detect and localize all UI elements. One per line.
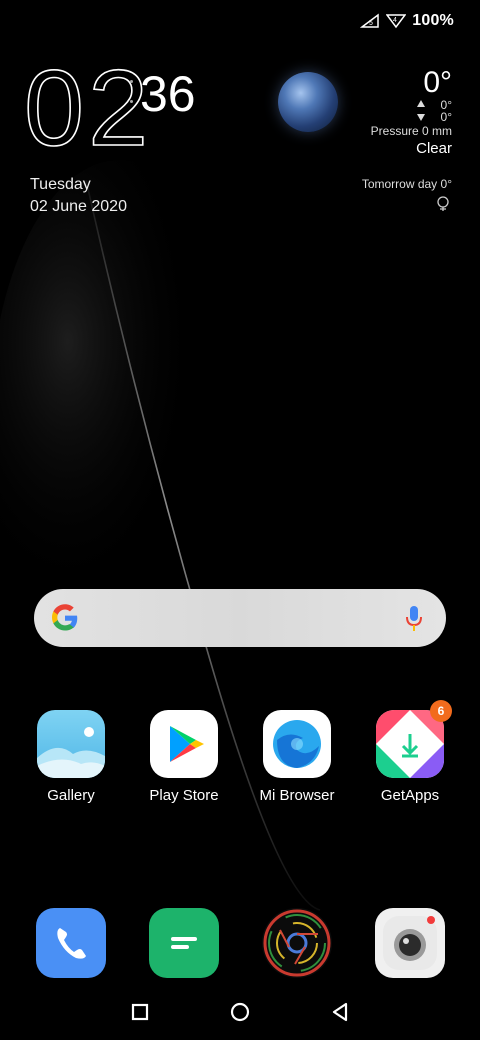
app-label: Gallery	[47, 787, 95, 804]
weather-globe-icon[interactable]	[278, 72, 338, 132]
app-play-store[interactable]: Play Store	[134, 710, 234, 804]
mi-browser-icon[interactable]	[263, 710, 331, 778]
weather-condition[interactable]: Clear	[416, 140, 452, 157]
clock-separator	[130, 74, 133, 114]
arrow-up-icon	[417, 100, 425, 107]
app-label: GetApps	[380, 787, 440, 804]
svg-text:4: 4	[393, 17, 397, 24]
app-mi-browser[interactable]: Mi Browser	[247, 710, 347, 804]
weather-pressure: Pressure 0 mm	[370, 124, 452, 138]
google-logo	[52, 604, 78, 631]
clock-minutes[interactable]: 36	[140, 66, 196, 122]
camera-icon[interactable]	[375, 908, 445, 978]
weather-tomorrow[interactable]: Tomorrow day 0°	[362, 177, 452, 191]
gallery-icon[interactable]	[37, 710, 105, 778]
recents-button[interactable]	[126, 998, 154, 1026]
chrome-icon[interactable]	[262, 908, 332, 978]
svg-text:5: 5	[369, 20, 373, 27]
phone-icon[interactable]	[36, 908, 106, 978]
app-label: Play Store	[149, 787, 219, 804]
date-weekday[interactable]: Tuesday	[30, 176, 91, 194]
play-store-icon[interactable]	[150, 710, 218, 778]
mic-icon[interactable]	[404, 605, 424, 633]
app-getapps[interactable]: GetApps	[360, 710, 460, 804]
app-gallery[interactable]: Gallery	[21, 710, 121, 804]
weather-low: 0°	[440, 110, 452, 124]
signal-icon: 5	[360, 13, 380, 28]
getapps-icon[interactable]	[376, 710, 444, 778]
messages-icon[interactable]	[149, 908, 219, 978]
arrow-down-icon	[417, 114, 425, 121]
google-search-bar[interactable]	[34, 589, 446, 647]
home-button[interactable]	[226, 998, 254, 1026]
signal-icon: 4	[386, 14, 407, 29]
status-bar: 5 4 100%	[0, 0, 480, 44]
app-label: Mi Browser	[259, 787, 335, 804]
weather-temperature[interactable]: 0°	[423, 66, 452, 100]
back-button[interactable]	[326, 998, 354, 1026]
battery-percentage: 100%	[412, 12, 454, 29]
notification-badge: 6	[430, 700, 452, 722]
date-full[interactable]: 02 June 2020	[30, 198, 127, 216]
location-pin-icon[interactable]	[436, 196, 450, 214]
